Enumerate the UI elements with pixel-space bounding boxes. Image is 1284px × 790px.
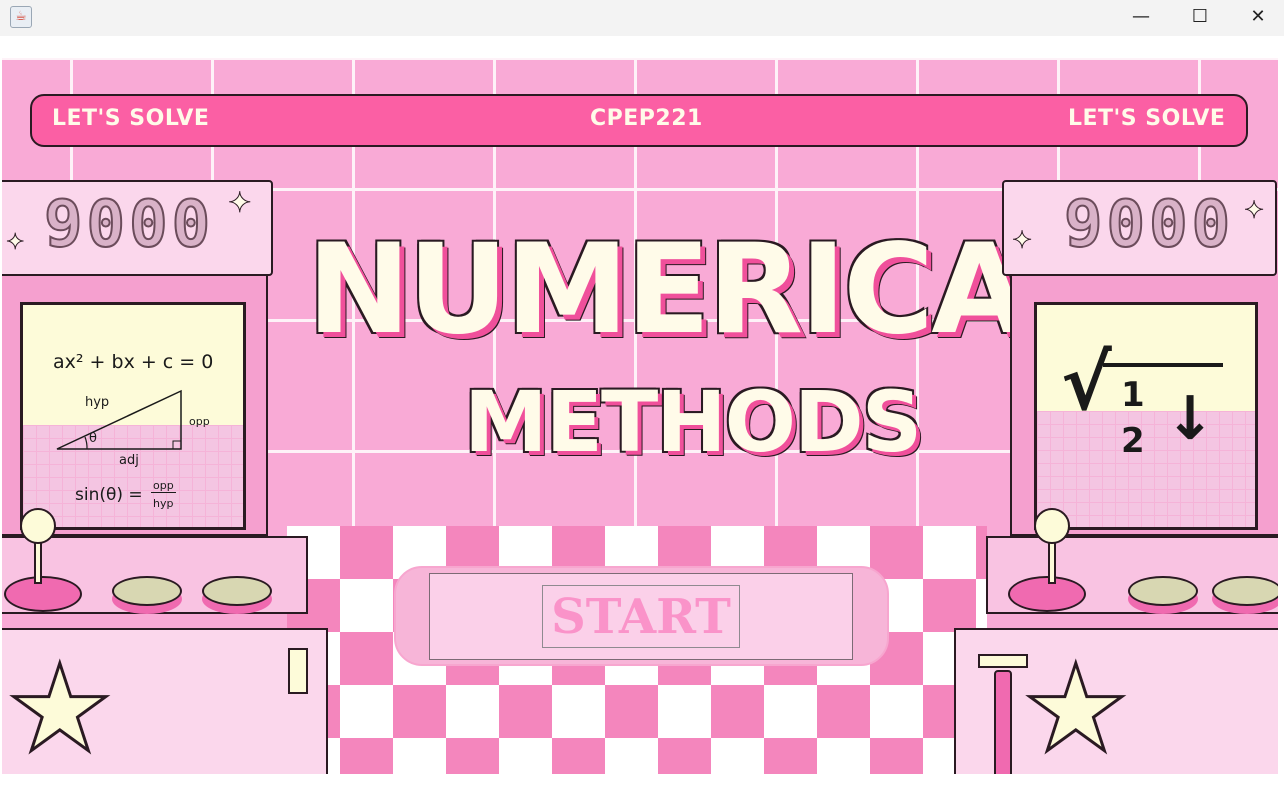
fraction-denominator: 2 <box>1121 421 1145 461</box>
joystick-base <box>1008 576 1086 612</box>
right-cabinet-screen: √ 1 2 ↓ <box>1034 302 1258 530</box>
left-cabinet-screen: ax² + bx + c = 0 hyp opp θ adj sin(θ) = … <box>20 302 246 530</box>
banner-right-text: LET'S SOLVE <box>1068 106 1226 131</box>
maximize-button[interactable]: ☐ <box>1171 0 1229 36</box>
fraction-numerator: 1 <box>1121 375 1145 415</box>
sparkle-icon: ✦ <box>1011 226 1033 255</box>
right-score-panel: 9000 ✦ ✦ <box>1002 180 1277 276</box>
quadratic-equation: ax² + bx + c = 0 <box>53 351 214 373</box>
banner-center-text: CPEP221 <box>590 106 703 131</box>
arcade-button[interactable] <box>1212 576 1278 606</box>
joystick-ball[interactable] <box>20 508 56 544</box>
joystick-ball[interactable] <box>1034 508 1070 544</box>
label-theta: θ <box>89 431 97 446</box>
arcade-button[interactable] <box>1128 576 1198 606</box>
label-adj: adj <box>119 453 139 468</box>
coin-door <box>994 670 1012 774</box>
game-stage: LET'S SOLVE CPEP221 LET'S SOLVE NUMERICA… <box>2 58 1278 774</box>
sparkle-icon: ✦ <box>1243 196 1265 225</box>
start-button[interactable]: START <box>542 585 740 648</box>
left-arcade-cabinet: 9000 ✦ ✦ ax² + bx + c = 0 hyp opp θ adj … <box>2 180 330 774</box>
radical-symbol: √ <box>1061 338 1112 427</box>
joystick-base <box>4 576 82 612</box>
left-score-display: 9000 <box>43 187 215 263</box>
sparkle-icon: ✦ <box>227 186 252 220</box>
arcade-button[interactable] <box>112 576 182 606</box>
pixel-pattern <box>1037 411 1255 527</box>
sine-equation: sin(θ) = <box>75 485 143 505</box>
minimize-button[interactable]: — <box>1112 0 1170 36</box>
title-methods: METHODS <box>464 373 922 471</box>
down-arrow-icon: ↓ <box>1165 384 1216 454</box>
label-opp: opp <box>189 415 210 428</box>
star-icon: ★ <box>5 640 116 774</box>
banner-left-text: LET'S SOLVE <box>52 106 210 131</box>
close-button[interactable]: ✕ <box>1229 0 1284 36</box>
right-score-display: 9000 <box>1063 187 1235 263</box>
coin-slot <box>978 654 1028 668</box>
label-hyp: hyp <box>85 395 110 410</box>
window-titlebar: ☕ — ☐ ✕ <box>0 0 1284 36</box>
fraction-numerator: opp <box>151 479 176 493</box>
left-score-panel: 9000 ✦ ✦ <box>2 180 273 276</box>
fraction-denominator: hyp <box>153 497 174 510</box>
top-banner: LET'S SOLVE CPEP221 LET'S SOLVE <box>30 94 1248 147</box>
right-arcade-cabinet: 9000 ✦ ✦ √ 1 2 ↓ ★ <box>950 180 1278 774</box>
sparkle-icon: ✦ <box>5 230 25 256</box>
java-cup-icon: ☕ <box>10 6 32 28</box>
coin-slot <box>288 648 308 694</box>
radical-bar <box>1103 363 1223 367</box>
star-icon: ★ <box>1021 640 1132 774</box>
arcade-button[interactable] <box>202 576 272 606</box>
